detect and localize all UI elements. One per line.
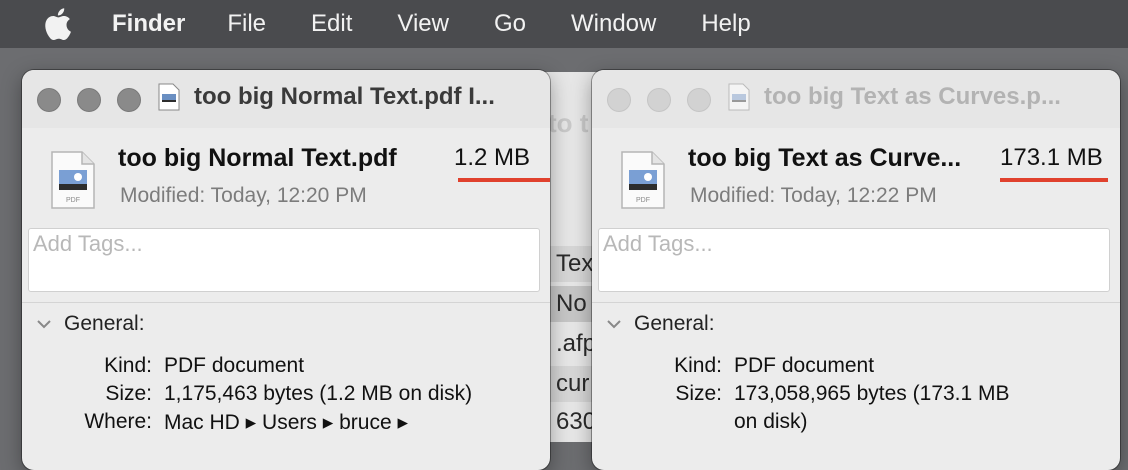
close-button[interactable] (37, 88, 61, 112)
menu-go[interactable]: Go (494, 10, 526, 38)
close-button[interactable] (607, 88, 631, 112)
menu-bar: Finder File Edit View Go Window Help (0, 0, 1128, 48)
chevron-down-icon[interactable] (36, 319, 52, 329)
pdf-file-icon: PDF (51, 151, 95, 209)
divider (592, 302, 1120, 303)
menu-help[interactable]: Help (701, 10, 750, 38)
window-title: too big Normal Text.pdf I... (194, 83, 495, 110)
section-label: General: (64, 312, 145, 335)
divider (22, 302, 550, 303)
info-window-text-as-curves[interactable]: too big Text as Curves.p... PDF too big … (592, 70, 1120, 470)
section-general[interactable]: General: (36, 312, 145, 336)
modified-date: Modified: Today, 12:20 PM (120, 184, 367, 207)
where-label: Where: (84, 410, 152, 433)
title-bar[interactable]: too big Text as Curves.p... (592, 70, 1120, 128)
file-name: too big Normal Text.pdf (118, 144, 397, 172)
file-header: PDF too big Normal Text.pdf 1.2 MB Modif… (22, 128, 550, 224)
pdf-file-icon (728, 83, 750, 111)
modified-date: Modified: Today, 12:22 PM (690, 184, 937, 207)
section-general[interactable]: General: (606, 312, 715, 336)
highlight-underline (1000, 178, 1108, 182)
kind-value: PDF document (734, 354, 875, 377)
tags-field[interactable]: Add Tags... (28, 228, 540, 292)
apple-icon[interactable] (42, 7, 72, 41)
zoom-button[interactable] (687, 88, 711, 112)
kind-label: Kind: (104, 354, 152, 377)
highlight-underline (458, 178, 550, 182)
kind-label: Kind: (674, 354, 722, 377)
file-size: 1.2 MB (454, 144, 531, 171)
svg-text:PDF: PDF (636, 197, 650, 204)
file-header: PDF too big Text as Curve... 173.1 MB Mo… (592, 128, 1120, 224)
kind-value: PDF document (164, 354, 305, 377)
file-name: too big Text as Curve... (688, 144, 962, 172)
file-size: 173.1 MB (1000, 144, 1103, 171)
chevron-down-icon[interactable] (606, 319, 622, 329)
menu-window[interactable]: Window (571, 10, 656, 38)
background-window-title: to t (548, 108, 589, 138)
minimize-button[interactable] (647, 88, 671, 112)
menu-edit[interactable]: Edit (311, 10, 352, 38)
minimize-button[interactable] (77, 88, 101, 112)
info-window-normal-text[interactable]: too big Normal Text.pdf I... PDF too big… (22, 70, 550, 470)
size-label: Size: (105, 382, 152, 405)
size-value-continued: on disk) (734, 410, 808, 433)
section-label: General: (634, 312, 715, 335)
size-value: 173,058,965 bytes (173.1 MB (734, 382, 1010, 405)
where-value[interactable]: Mac HD ▸ Users ▸ bruce ▸ (164, 410, 408, 435)
menu-finder[interactable]: Finder (112, 10, 185, 38)
pdf-file-icon: PDF (621, 151, 665, 209)
svg-text:PDF: PDF (66, 197, 80, 204)
window-title: too big Text as Curves.p... (764, 83, 1061, 110)
title-bar[interactable]: too big Normal Text.pdf I... (22, 70, 550, 128)
menu-file[interactable]: File (227, 10, 266, 38)
zoom-button[interactable] (117, 88, 141, 112)
pdf-file-icon (158, 83, 180, 111)
size-value: 1,175,463 bytes (1.2 MB on disk) (164, 382, 473, 405)
tags-field[interactable]: Add Tags... (598, 228, 1110, 292)
menu-view[interactable]: View (397, 10, 449, 38)
size-label: Size: (675, 382, 722, 405)
